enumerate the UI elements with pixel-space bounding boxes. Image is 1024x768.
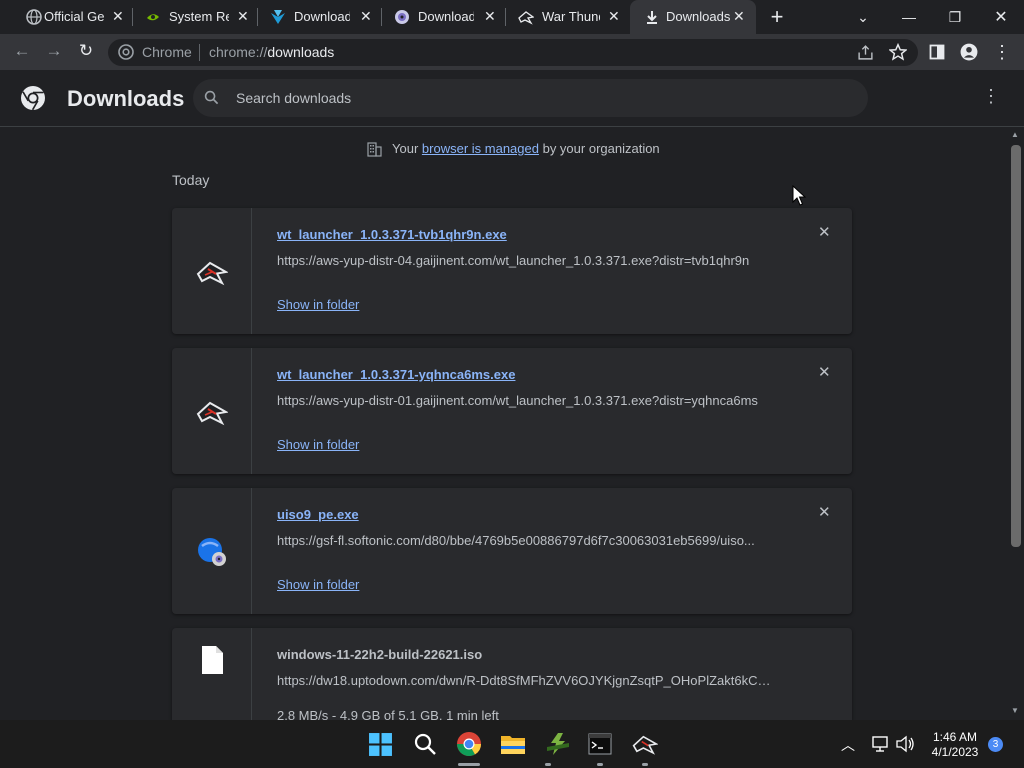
tab-search-button[interactable]: ⌄: [840, 0, 886, 34]
running-app-indicator: [642, 763, 648, 766]
tray-overflow-chevron-icon[interactable]: ︿: [841, 735, 855, 755]
clock-date: 4/1/2023: [931, 745, 979, 759]
game-launcher-icon[interactable]: [545, 731, 571, 757]
network-icon[interactable]: [870, 735, 890, 753]
close-icon[interactable]: ✕: [484, 8, 496, 25]
download-item: uiso9_pe.exe https://gsf-fl.softonic.com…: [172, 488, 852, 614]
search-icon[interactable]: [413, 732, 437, 756]
scroll-down-arrow-icon[interactable]: ▼: [1011, 706, 1019, 715]
restore-button[interactable]: ❐: [932, 0, 978, 34]
downloads-menu-button[interactable]: ⋮: [982, 86, 1000, 107]
profile-icon[interactable]: [960, 43, 978, 61]
scroll-up-arrow-icon[interactable]: ▲: [1011, 130, 1019, 139]
notification-badge[interactable]: 3: [988, 737, 1003, 752]
nvidia-icon: [147, 14, 159, 21]
back-button[interactable]: ←: [12, 41, 32, 61]
volume-icon[interactable]: [895, 735, 915, 753]
warthunder-icon: [196, 401, 228, 426]
download-source-url: https://aws-yup-distr-01.gaijinent.com/w…: [277, 393, 758, 408]
page-title: Downloads: [67, 86, 185, 111]
minimize-button[interactable]: —: [886, 0, 932, 34]
show-in-folder-link[interactable]: Show in folder: [277, 437, 359, 452]
close-icon[interactable]: ✕: [237, 8, 249, 25]
search-icon: [204, 90, 219, 105]
reload-button[interactable]: ↻: [76, 41, 96, 61]
tab-official-geforce[interactable]: Official GeForce ✕: [6, 0, 133, 34]
scrollbar-thumb[interactable]: [1011, 145, 1021, 547]
tab-system-requirements[interactable]: System Requirements ✕: [133, 0, 258, 34]
download-item: wt_launcher_1.0.3.371-yqhnca6ms.exe http…: [172, 348, 852, 474]
globe-icon: [26, 9, 42, 25]
mouse-cursor-icon: [792, 185, 806, 206]
disc-icon: [395, 10, 409, 24]
system-clock[interactable]: 1:46 AM 4/1/2023: [924, 730, 986, 760]
download-source-url: https://dw18.uptodown.com/dwn/R-Ddt8SfMF…: [277, 673, 772, 688]
windows-start-icon[interactable]: [368, 732, 393, 757]
download-site-icon: [271, 10, 285, 24]
window-close-button[interactable]: ✕: [978, 0, 1024, 34]
download-file-link[interactable]: uiso9_pe.exe: [277, 507, 359, 522]
ultraiso-icon: [198, 538, 226, 566]
omnibox-divider: [199, 44, 200, 61]
terminal-icon[interactable]: [588, 733, 612, 755]
tab-title: War Thunder: [542, 9, 600, 24]
tab-title: Official GeForce: [44, 9, 104, 24]
chrome-site-icon: [118, 44, 134, 60]
file-explorer-icon[interactable]: [500, 733, 526, 755]
chrome-icon[interactable]: [456, 731, 482, 757]
download-source-url: https://gsf-fl.softonic.com/d80/bbe/4769…: [277, 533, 755, 548]
download-item: wt_launcher_1.0.3.371-tvb1qhr9n.exe http…: [172, 208, 852, 334]
managed-link[interactable]: browser is managed: [422, 141, 539, 156]
forward-button[interactable]: →: [44, 41, 64, 61]
tab-download-2[interactable]: Download ✕: [382, 0, 506, 34]
running-app-indicator: [545, 763, 551, 766]
remove-download-button[interactable]: ✕: [818, 503, 831, 521]
managed-prefix: Your: [392, 141, 419, 156]
tab-title: Download: [294, 9, 350, 24]
tab-strip: Official GeForce ✕ System Requirements ✕…: [0, 0, 1024, 34]
show-in-folder-link[interactable]: Show in folder: [277, 297, 359, 312]
tab-war-thunder[interactable]: War Thunder ✕: [506, 0, 630, 34]
url-scheme: chrome://: [209, 44, 268, 60]
warthunder-icon[interactable]: [632, 731, 658, 757]
remove-download-button[interactable]: ✕: [818, 363, 831, 381]
new-tab-button[interactable]: +: [754, 0, 800, 34]
close-icon[interactable]: ✕: [112, 8, 124, 25]
running-app-indicator: [597, 763, 603, 766]
tab-title: System Requirements: [169, 9, 229, 24]
tab-downloads[interactable]: Downloads ✕: [630, 0, 756, 34]
search-downloads-input[interactable]: [236, 87, 836, 109]
url-host: downloads: [267, 44, 335, 60]
building-icon: [367, 142, 382, 157]
chrome-logo-icon: [21, 86, 45, 111]
download-item-in-progress: windows-11-22h2-build-22621.iso https://…: [172, 628, 852, 723]
download-file-name: windows-11-22h2-build-22621.iso: [277, 647, 483, 662]
warthunder-icon: [196, 261, 228, 286]
close-icon[interactable]: ✕: [733, 8, 745, 25]
download-source-url: https://aws-yup-distr-04.gaijinent.com/w…: [277, 253, 750, 268]
download-icon: [647, 11, 657, 24]
download-file-link[interactable]: wt_launcher_1.0.3.371-tvb1qhr9n.exe: [277, 227, 507, 242]
clock-time: 1:46 AM: [932, 730, 978, 744]
tab-download-1[interactable]: Download ✕: [258, 0, 382, 34]
tab-title: Downloads: [666, 9, 731, 24]
remove-download-button[interactable]: ✕: [818, 223, 831, 241]
chrome-menu-button[interactable]: ⋮: [992, 42, 1012, 62]
show-in-folder-link[interactable]: Show in folder: [277, 577, 359, 592]
site-label: Chrome: [142, 44, 192, 60]
warthunder-icon: [518, 11, 534, 25]
date-section-heading: Today: [172, 172, 210, 188]
tab-title: Download: [418, 9, 474, 24]
close-icon[interactable]: ✕: [360, 8, 372, 25]
side-panel-icon[interactable]: [929, 44, 945, 60]
share-icon[interactable]: [857, 44, 874, 61]
download-file-link[interactable]: wt_launcher_1.0.3.371-yqhnca6ms.exe: [277, 367, 515, 382]
url-text[interactable]: chrome://downloads: [209, 44, 334, 60]
close-icon[interactable]: ✕: [608, 8, 620, 25]
bookmark-star-icon[interactable]: [889, 43, 907, 61]
managed-notice: Your browser is managed by your organiza…: [392, 141, 660, 156]
file-icon: [202, 646, 223, 674]
active-app-indicator: [458, 763, 480, 766]
managed-suffix: by your organization: [542, 141, 660, 156]
